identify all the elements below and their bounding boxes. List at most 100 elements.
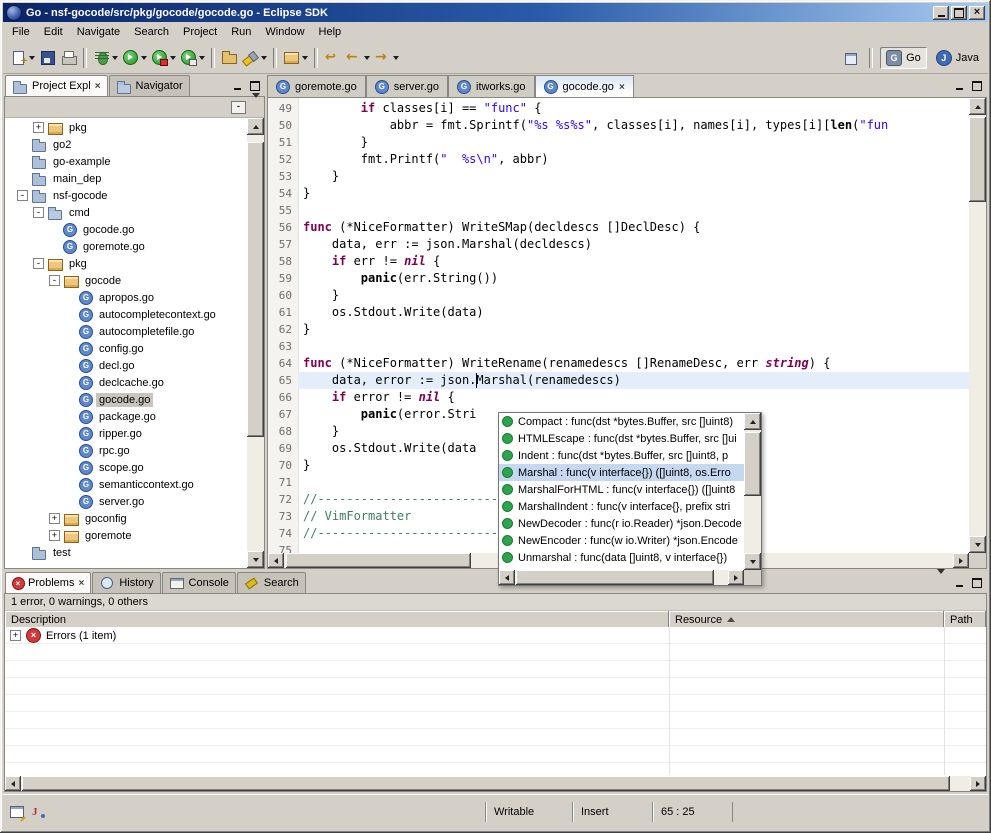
fast-view-icon[interactable] [9,804,26,820]
tree-item-nsf-gocode[interactable]: nsf-gocode [5,187,247,204]
problems-row[interactable]: Errors (1 item) [5,627,986,644]
menu-file[interactable]: File [5,23,37,41]
column-header-path[interactable]: Path [944,611,986,628]
scroll-down-icon[interactable] [247,551,264,568]
tree-item-goconfig[interactable]: goconfig [5,510,247,527]
menu-help[interactable]: Help [312,23,349,41]
scroll-left-icon[interactable] [5,776,21,791]
expand-box-icon[interactable] [33,122,44,133]
minimize-editor-button[interactable] [951,78,967,93]
tree-item-rpc.go[interactable]: rpc.go [5,442,247,459]
collapse-box-icon[interactable] [17,190,28,201]
external-tools-button[interactable] [149,46,178,70]
scrollbar-thumb[interactable] [969,117,986,202]
collapse-all-icon[interactable] [231,101,246,114]
autocomplete-item[interactable]: HTMLEscape : func(dst *bytes.Buffer, src… [499,430,744,447]
popup-vertical-scrollbar[interactable] [744,413,761,570]
tree-item-cmd[interactable]: cmd [5,204,247,221]
tree-item-pkg[interactable]: pkg [5,119,247,136]
close-tab-icon[interactable] [78,577,84,589]
tree-item-declcache.go[interactable]: declcache.go [5,374,247,391]
menu-search[interactable]: Search [127,23,176,41]
tree-item-server.go[interactable]: server.go [5,493,247,510]
close-tab-icon[interactable] [95,80,101,92]
tree-item-pkg[interactable]: pkg [5,255,247,272]
back-button[interactable] [343,46,372,70]
menu-project[interactable]: Project [176,23,224,41]
tree-item-package.go[interactable]: package.go [5,408,247,425]
problems-horizontal-scrollbar[interactable] [5,776,986,791]
autocomplete-item[interactable]: Indent : func(dst *bytes.Buffer, src []u… [499,447,744,464]
scrollbar-thumb[interactable] [286,553,471,568]
scroll-right-icon[interactable] [970,776,986,791]
tree-item-ripper.go[interactable]: ripper.go [5,425,247,442]
autocomplete-item[interactable]: Unmarshal : func(data []uint8, v interfa… [499,549,744,566]
menu-navigate[interactable]: Navigate [70,23,127,41]
tree-item-semanticcontext.go[interactable]: semanticcontext.go [5,476,247,493]
scrollbar-thumb[interactable] [247,142,264,437]
tree-item-scope.go[interactable]: scope.go [5,459,247,476]
editor-vertical-scrollbar[interactable] [969,98,986,553]
column-header-description[interactable]: Description [5,611,669,628]
java-status-icon[interactable] [30,804,47,820]
title-bar[interactable]: Go - nsf-gocode/src/pkg/gocode/gocode.go… [3,3,988,22]
minimize-button[interactable] [933,6,949,20]
editor-tab-gocode.go[interactable]: gocode.go [535,75,634,97]
maximize-editor-button[interactable] [969,78,985,93]
tree-item-gocode.go[interactable]: gocode.go [5,391,247,408]
scroll-up-icon[interactable] [744,413,761,430]
autocomplete-item[interactable]: MarshalForHTML : func(v interface{}) ([]… [499,481,744,498]
autocomplete-item[interactable]: NewDecoder : func(r io.Reader) *json.Dec… [499,515,744,532]
tab-navigator[interactable]: Navigator [109,75,190,96]
tab-project-expl[interactable]: Project Expl [5,75,108,96]
new-package-button[interactable] [281,46,310,70]
column-header-resource[interactable]: Resource [669,611,944,628]
new-wizard-button[interactable] [8,46,37,70]
menu-edit[interactable]: Edit [37,23,70,41]
tree-item-gocode[interactable]: gocode [5,272,247,289]
print-button[interactable] [58,46,79,70]
perspective-go-button[interactable]: GGo [880,47,927,69]
last-edit-button[interactable] [322,46,343,70]
maximize-view-button[interactable] [247,78,263,93]
tab-problems[interactable]: Problems [5,572,91,593]
scroll-left-icon[interactable] [268,553,284,568]
maximize-button[interactable] [951,6,967,20]
tree-item-gocode.go[interactable]: gocode.go [5,221,247,238]
scroll-up-icon[interactable] [247,118,264,135]
tree-item-decl.go[interactable]: decl.go [5,357,247,374]
editor-tab-server.go[interactable]: server.go [366,75,448,97]
collapse-box-icon[interactable] [49,275,60,286]
run-button[interactable] [120,46,149,70]
maximize-view-button[interactable] [969,575,985,590]
editor-tab-itworks.go[interactable]: itworks.go [448,75,535,97]
scroll-right-icon[interactable] [953,553,969,568]
search-button[interactable] [240,46,269,70]
view-menu-icon[interactable] [252,98,260,116]
scroll-up-icon[interactable] [969,98,986,115]
tab-console[interactable]: Console [162,572,236,593]
scrollbar-thumb[interactable] [22,776,950,791]
debug-button[interactable] [91,46,120,70]
collapse-box-icon[interactable] [33,207,44,218]
project-tree[interactable]: pkggo2go-examplemain_depnsf-gocodecmdgoc… [5,119,247,568]
forward-button[interactable] [372,46,401,70]
scrollbar-thumb[interactable] [744,432,761,496]
tree-item-go-example[interactable]: go-example [5,153,247,170]
autocomplete-item[interactable]: Compact : func(dst *bytes.Buffer, src []… [499,413,744,430]
minimize-view-button[interactable] [229,78,245,93]
tree-scrollbar[interactable] [247,118,264,568]
autocomplete-item[interactable]: NewEncoder : func(w io.Writer) *json.Enc… [499,532,744,549]
tree-item-config.go[interactable]: config.go [5,340,247,357]
perspective-java-button[interactable]: JJava [930,47,985,69]
tree-item-autocompletecontext.go[interactable]: autocompletecontext.go [5,306,247,323]
scroll-down-icon[interactable] [744,553,761,570]
open-task-button[interactable] [219,46,240,70]
menu-run[interactable]: Run [224,23,258,41]
run-config-button[interactable] [178,46,207,70]
menu-window[interactable]: Window [258,23,311,41]
tree-item-goremote[interactable]: goremote [5,527,247,544]
close-tab-icon[interactable] [619,81,625,93]
save-button[interactable] [37,46,58,70]
minimize-view-button[interactable] [951,575,967,590]
